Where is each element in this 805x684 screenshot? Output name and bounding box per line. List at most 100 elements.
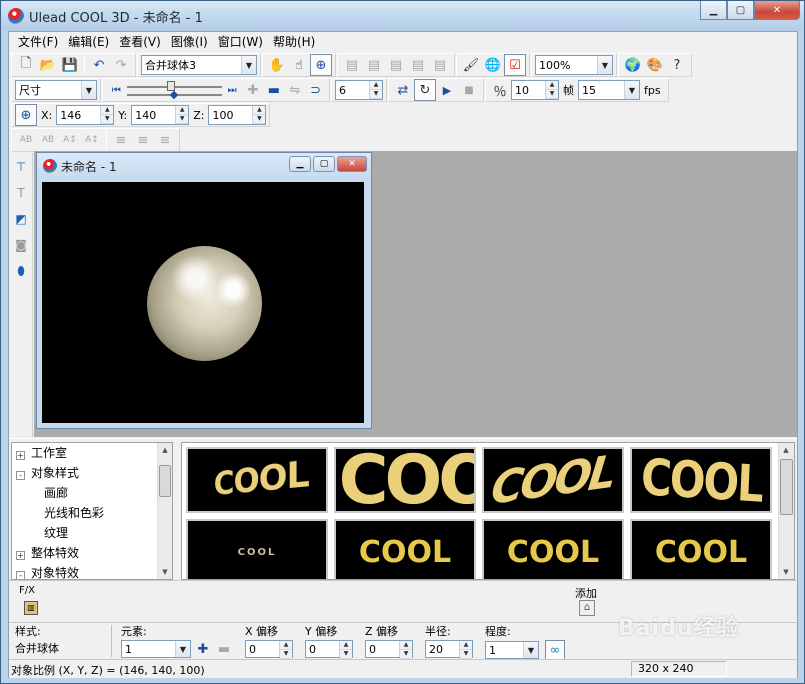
spin-down-icon[interactable]: ▼: [101, 115, 114, 124]
y-offset-spinner[interactable]: 0 ▲ ▼: [305, 640, 353, 659]
loop-icon[interactable]: ⊃: [305, 79, 326, 101]
spin-up-icon[interactable]: ▲: [176, 106, 189, 115]
title-bar[interactable]: Ulead COOL 3D - 未命名 - 1 ▁ ▢ ✕: [1, 1, 804, 31]
gallery-thumb-3[interactable]: COOL: [482, 447, 624, 513]
insert-shape-icon[interactable]: ◩: [11, 209, 31, 229]
fx-film-icon[interactable]: ▥: [24, 601, 38, 615]
collapse-icon[interactable]: -: [16, 471, 25, 480]
attribute-combo[interactable]: 尺寸 ▼: [15, 80, 97, 100]
gallery-thumb-6[interactable]: COOL: [334, 519, 476, 579]
tree-scrollbar[interactable]: ▲ ▼: [157, 443, 172, 579]
spin-down-icon[interactable]: ▼: [546, 90, 558, 99]
align-3-icon[interactable]: ▤: [385, 54, 407, 76]
tree-item-object-fx[interactable]: - 对象特效: [12, 563, 172, 579]
insert-geometry-icon[interactable]: ⬮: [11, 261, 31, 281]
spin-up-icon[interactable]: ▲: [253, 106, 266, 115]
z-spinner[interactable]: 100 ▲ ▼: [208, 105, 267, 125]
expand-icon[interactable]: +: [16, 551, 25, 560]
add-icon[interactable]: ⌂: [579, 600, 595, 616]
app-logo-icon[interactable]: [8, 8, 24, 24]
object-combo[interactable]: 合并球体3 ▼: [141, 55, 257, 75]
expand-icon[interactable]: +: [16, 451, 25, 460]
radius-spinner[interactable]: 20 ▲ ▼: [425, 640, 473, 659]
gallery-thumb-5[interactable]: COOL: [186, 519, 328, 579]
remove-keyframe-icon[interactable]: ▬: [263, 79, 284, 101]
gallery-scroll-thumb[interactable]: [780, 459, 793, 515]
align-right-icon[interactable]: ≡: [154, 129, 176, 151]
gallery-thumb-7[interactable]: COOL: [482, 519, 624, 579]
doc-minimize-button[interactable]: ▁: [289, 156, 311, 172]
spin-down-icon[interactable]: ▼: [370, 90, 382, 99]
collapse-icon[interactable]: -: [16, 571, 25, 579]
tree-item-texture[interactable]: 纹理: [12, 523, 172, 543]
degree-combo[interactable]: 1 ▼: [485, 641, 539, 659]
maximize-button[interactable]: ▢: [727, 1, 754, 20]
keyframe-marker[interactable]: [169, 90, 179, 100]
spin-up-icon[interactable]: ▲: [400, 641, 412, 650]
align-2-icon[interactable]: ▤: [363, 54, 385, 76]
scroll-down-icon[interactable]: ▼: [158, 565, 172, 579]
tree-scroll-thumb[interactable]: [159, 465, 171, 497]
chevron-down-icon[interactable]: ▼: [523, 642, 538, 658]
help-pointer-icon[interactable]: ?: [666, 54, 688, 76]
chevron-down-icon[interactable]: ▼: [81, 81, 96, 99]
gallery-thumb-1[interactable]: COOL: [186, 447, 328, 513]
menu-view[interactable]: 查看(V): [114, 33, 166, 51]
document-title-bar[interactable]: 未命名 - 1 ▁ ▢ ✕: [37, 153, 371, 179]
web-icon[interactable]: 🌍: [622, 54, 644, 76]
text-line-2-icon[interactable]: A↕: [81, 129, 103, 151]
menu-file[interactable]: 文件(F): [13, 33, 63, 51]
spin-up-icon[interactable]: ▲: [370, 81, 382, 90]
y-spinner[interactable]: 140 ▲ ▼: [131, 105, 190, 125]
new-file-icon[interactable]: 🗋: [15, 54, 37, 76]
percent-icon[interactable]: ％: [489, 79, 511, 101]
palette-icon[interactable]: 🎨: [644, 54, 666, 76]
tree-item-gallery[interactable]: 画廊: [12, 483, 172, 503]
x-offset-spinner[interactable]: 0 ▲ ▼: [245, 640, 293, 659]
align-left-icon[interactable]: ≡: [110, 129, 132, 151]
gallery-thumb-4[interactable]: COOL: [630, 447, 772, 513]
align-center-icon[interactable]: ≡: [132, 129, 154, 151]
spin-down-icon[interactable]: ▼: [253, 115, 266, 124]
element-combo[interactable]: 1 ▼: [121, 640, 191, 658]
spin-up-icon[interactable]: ▲: [101, 106, 114, 115]
timeline-slider[interactable]: [126, 80, 222, 100]
menu-window[interactable]: 窗口(W): [213, 33, 268, 51]
size-tool-icon[interactable]: ⊕: [310, 54, 332, 76]
play-icon[interactable]: ▶: [436, 79, 458, 101]
gallery-thumb-8[interactable]: COOL: [630, 519, 772, 579]
fps-combo[interactable]: 15 ▼: [578, 80, 640, 100]
frame-spinner[interactable]: 6 ▲ ▼: [335, 80, 383, 100]
align-1-icon[interactable]: ▤: [341, 54, 363, 76]
minimize-button[interactable]: ▁: [700, 1, 727, 20]
text-line-icon[interactable]: A↕: [59, 129, 81, 151]
spin-up-icon[interactable]: ▲: [280, 641, 292, 650]
gallery-scrollbar[interactable]: ▲ ▼: [778, 443, 794, 579]
pearl-sphere[interactable]: [147, 246, 262, 361]
add-keyframe-icon[interactable]: ✚: [243, 79, 264, 101]
first-frame-icon[interactable]: ⏮: [106, 79, 127, 101]
spin-down-icon[interactable]: ▼: [280, 650, 292, 659]
chevron-down-icon[interactable]: ▼: [597, 56, 612, 74]
repeat-icon[interactable]: ⇄: [392, 79, 414, 101]
ratio-spinner[interactable]: 10 ▲ ▼: [511, 80, 559, 100]
link-icon[interactable]: ∞: [545, 640, 565, 660]
spin-down-icon[interactable]: ▼: [460, 650, 472, 659]
chevron-down-icon[interactable]: ▼: [241, 56, 256, 74]
doc-close-button[interactable]: ✕: [337, 156, 367, 172]
chevron-down-icon[interactable]: ▼: [175, 641, 190, 657]
spin-up-icon[interactable]: ▲: [546, 81, 558, 90]
z-offset-spinner[interactable]: 0 ▲ ▼: [365, 640, 413, 659]
menu-help[interactable]: 帮助(H): [268, 33, 320, 51]
align-4-icon[interactable]: ▤: [407, 54, 429, 76]
gallery-thumb-2[interactable]: COOL: [334, 447, 476, 513]
scroll-down-icon[interactable]: ▼: [779, 565, 793, 579]
edit-text-icon[interactable]: T: [11, 183, 31, 203]
add-element-icon[interactable]: ✚: [194, 640, 212, 658]
tree-item-object-style[interactable]: - 对象样式: [12, 463, 172, 483]
tree-item-global-fx[interactable]: + 整体特效: [12, 543, 172, 563]
rotate-hand-icon[interactable]: ☝: [288, 54, 310, 76]
open-folder-icon[interactable]: 📂: [37, 54, 59, 76]
remove-element-icon[interactable]: ▬: [215, 640, 233, 658]
chevron-down-icon[interactable]: ▼: [624, 81, 639, 99]
